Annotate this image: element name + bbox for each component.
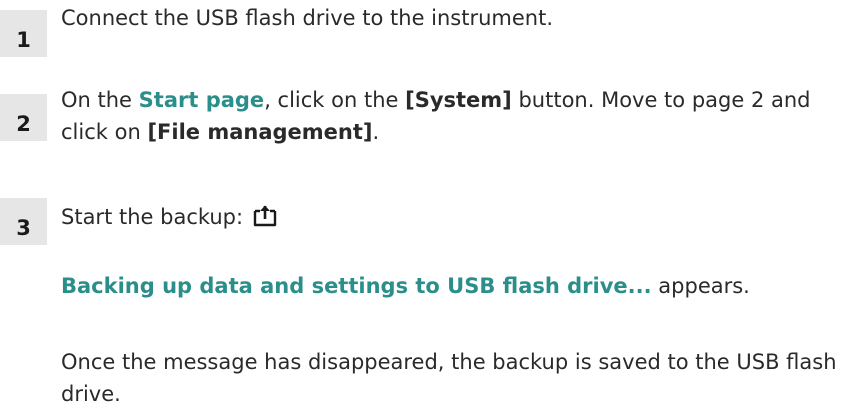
export-upload-icon (252, 203, 278, 236)
step-instruction: Start the backup: (61, 201, 851, 236)
step-3-text: Start the backup: (61, 205, 250, 229)
step-2-text-2: , click on the (264, 88, 406, 112)
step-instruction: On the Start page, click on the [System]… (61, 84, 851, 148)
step-1-text: Connect the USB flash drive to the instr… (61, 6, 554, 30)
file-management-button-ref: [File management] (147, 120, 373, 144)
start-page-link: Start page (138, 88, 265, 112)
step-instruction: Connect the USB flash drive to the instr… (61, 2, 851, 34)
message-paragraph: Backing up data and settings to USB flas… (61, 270, 851, 302)
step-number-badge: 3 (0, 198, 47, 245)
result-paragraph: Once the message has disappeared, the ba… (61, 350, 837, 406)
step-2-text-4: . (372, 120, 380, 144)
step-number-badge: 1 (0, 10, 47, 57)
system-button-ref: [System] (405, 88, 512, 112)
step-2-text-1: On the (61, 88, 139, 112)
message-suffix: appears. (651, 274, 750, 298)
step-number-badge: 2 (0, 94, 47, 141)
backup-message: Backing up data and settings to USB flas… (61, 274, 652, 298)
